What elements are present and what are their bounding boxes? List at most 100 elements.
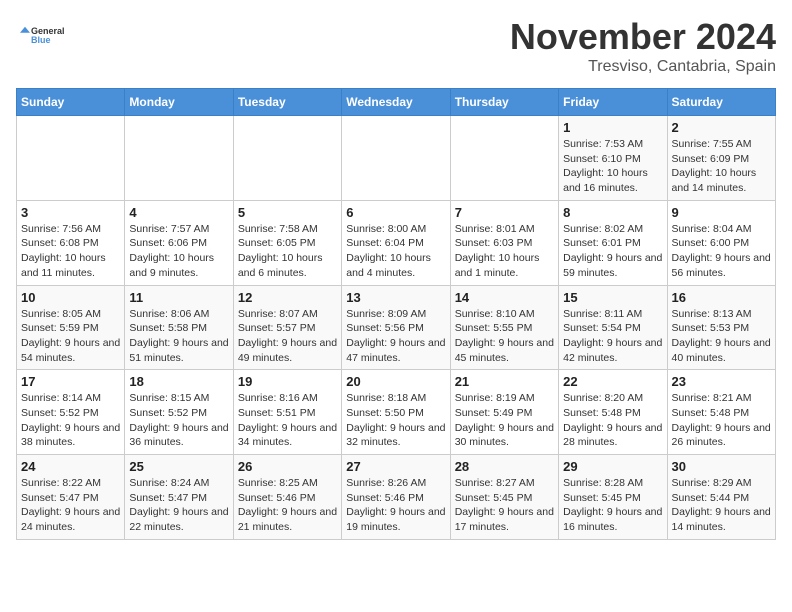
- cell-w2-d2: 4 Sunrise: 7:57 AM Sunset: 6:06 PM Daylig…: [125, 200, 233, 285]
- day-number: 11: [129, 290, 228, 305]
- cell-w4-d7: 23 Sunrise: 8:21 AM Sunset: 5:48 PM Dayli…: [667, 370, 775, 455]
- cell-w3-d2: 11 Sunrise: 8:06 AM Sunset: 5:58 PM Dayli…: [125, 285, 233, 370]
- cell-w5-d4: 27 Sunrise: 8:26 AM Sunset: 5:46 PM Dayli…: [342, 455, 450, 540]
- day-number: 5: [238, 205, 337, 220]
- day-number: 7: [455, 205, 554, 220]
- day-info: Sunrise: 7:58 AM Sunset: 6:05 PM Dayligh…: [238, 222, 337, 281]
- week-row-5: 24 Sunrise: 8:22 AM Sunset: 5:47 PM Dayli…: [17, 455, 776, 540]
- logo-svg: General Blue: [16, 16, 66, 56]
- day-number: 16: [672, 290, 771, 305]
- cell-w4-d3: 19 Sunrise: 8:16 AM Sunset: 5:51 PM Dayli…: [233, 370, 341, 455]
- day-info: Sunrise: 8:02 AM Sunset: 6:01 PM Dayligh…: [563, 222, 662, 281]
- day-number: 29: [563, 459, 662, 474]
- cell-w5-d6: 29 Sunrise: 8:28 AM Sunset: 5:45 PM Dayli…: [559, 455, 667, 540]
- day-info: Sunrise: 8:13 AM Sunset: 5:53 PM Dayligh…: [672, 307, 771, 366]
- day-info: Sunrise: 8:11 AM Sunset: 5:54 PM Dayligh…: [563, 307, 662, 366]
- week-row-4: 17 Sunrise: 8:14 AM Sunset: 5:52 PM Dayli…: [17, 370, 776, 455]
- header-saturday: Saturday: [667, 89, 775, 116]
- day-info: Sunrise: 8:21 AM Sunset: 5:48 PM Dayligh…: [672, 391, 771, 450]
- day-info: Sunrise: 8:22 AM Sunset: 5:47 PM Dayligh…: [21, 476, 120, 535]
- cell-w3-d1: 10 Sunrise: 8:05 AM Sunset: 5:59 PM Dayli…: [17, 285, 125, 370]
- days-header-row: SundayMondayTuesdayWednesdayThursdayFrid…: [17, 89, 776, 116]
- header: General Blue November 2024 Tresviso, Can…: [16, 16, 776, 76]
- day-number: 13: [346, 290, 445, 305]
- day-number: 19: [238, 374, 337, 389]
- cell-w3-d6: 15 Sunrise: 8:11 AM Sunset: 5:54 PM Dayli…: [559, 285, 667, 370]
- day-info: Sunrise: 8:04 AM Sunset: 6:00 PM Dayligh…: [672, 222, 771, 281]
- cell-w2-d4: 6Sunrise: 8:00 AM Sunset: 6:04 PM Daylig…: [342, 200, 450, 285]
- day-number: 28: [455, 459, 554, 474]
- day-number: 4: [129, 205, 228, 220]
- cell-w3-d7: 16 Sunrise: 8:13 AM Sunset: 5:53 PM Dayli…: [667, 285, 775, 370]
- cell-w5-d1: 24 Sunrise: 8:22 AM Sunset: 5:47 PM Dayli…: [17, 455, 125, 540]
- day-info: Sunrise: 8:14 AM Sunset: 5:52 PM Dayligh…: [21, 391, 120, 450]
- cell-w2-d3: 5 Sunrise: 7:58 AM Sunset: 6:05 PM Daylig…: [233, 200, 341, 285]
- cell-w5-d7: 30 Sunrise: 8:29 AM Sunset: 5:44 PM Dayli…: [667, 455, 775, 540]
- header-tuesday: Tuesday: [233, 89, 341, 116]
- day-number: 21: [455, 374, 554, 389]
- day-info: Sunrise: 8:15 AM Sunset: 5:52 PM Dayligh…: [129, 391, 228, 450]
- day-info: Sunrise: 8:20 AM Sunset: 5:48 PM Dayligh…: [563, 391, 662, 450]
- week-row-3: 10 Sunrise: 8:05 AM Sunset: 5:59 PM Dayli…: [17, 285, 776, 370]
- day-info: Sunrise: 8:27 AM Sunset: 5:45 PM Dayligh…: [455, 476, 554, 535]
- cell-w4-d2: 18 Sunrise: 8:15 AM Sunset: 5:52 PM Dayli…: [125, 370, 233, 455]
- cell-w4-d1: 17 Sunrise: 8:14 AM Sunset: 5:52 PM Dayli…: [17, 370, 125, 455]
- header-sunday: Sunday: [17, 89, 125, 116]
- day-number: 10: [21, 290, 120, 305]
- day-number: 9: [672, 205, 771, 220]
- day-info: Sunrise: 8:26 AM Sunset: 5:46 PM Dayligh…: [346, 476, 445, 535]
- title-area: November 2024 Tresviso, Cantabria, Spain: [510, 16, 776, 76]
- day-info: Sunrise: 8:01 AM Sunset: 6:03 PM Dayligh…: [455, 222, 554, 281]
- cell-w1-d6: 1Sunrise: 7:53 AM Sunset: 6:10 PM Daylig…: [559, 116, 667, 201]
- header-monday: Monday: [125, 89, 233, 116]
- day-info: Sunrise: 8:19 AM Sunset: 5:49 PM Dayligh…: [455, 391, 554, 450]
- day-info: Sunrise: 8:00 AM Sunset: 6:04 PM Dayligh…: [346, 222, 445, 281]
- cell-w4-d5: 21 Sunrise: 8:19 AM Sunset: 5:49 PM Dayli…: [450, 370, 558, 455]
- month-title: November 2024: [510, 16, 776, 58]
- day-number: 2: [672, 120, 771, 135]
- logo: General Blue: [16, 16, 66, 56]
- day-info: Sunrise: 8:05 AM Sunset: 5:59 PM Dayligh…: [21, 307, 120, 366]
- day-number: 1: [563, 120, 662, 135]
- day-number: 14: [455, 290, 554, 305]
- day-number: 26: [238, 459, 337, 474]
- week-row-2: 3 Sunrise: 7:56 AM Sunset: 6:08 PM Daylig…: [17, 200, 776, 285]
- day-info: Sunrise: 8:09 AM Sunset: 5:56 PM Dayligh…: [346, 307, 445, 366]
- day-info: Sunrise: 7:57 AM Sunset: 6:06 PM Dayligh…: [129, 222, 228, 281]
- cell-w4-d4: 20 Sunrise: 8:18 AM Sunset: 5:50 PM Dayli…: [342, 370, 450, 455]
- day-number: 3: [21, 205, 120, 220]
- cell-w1-d7: 2Sunrise: 7:55 AM Sunset: 6:09 PM Daylig…: [667, 116, 775, 201]
- cell-w5-d2: 25Sunrise: 8:24 AM Sunset: 5:47 PM Dayli…: [125, 455, 233, 540]
- day-number: 20: [346, 374, 445, 389]
- cell-w2-d7: 9 Sunrise: 8:04 AM Sunset: 6:00 PM Daylig…: [667, 200, 775, 285]
- day-number: 12: [238, 290, 337, 305]
- day-number: 17: [21, 374, 120, 389]
- day-info: Sunrise: 8:06 AM Sunset: 5:58 PM Dayligh…: [129, 307, 228, 366]
- cell-w5-d5: 28 Sunrise: 8:27 AM Sunset: 5:45 PM Dayli…: [450, 455, 558, 540]
- svg-text:Blue: Blue: [31, 35, 51, 45]
- day-info: Sunrise: 8:25 AM Sunset: 5:46 PM Dayligh…: [238, 476, 337, 535]
- week-row-1: 1Sunrise: 7:53 AM Sunset: 6:10 PM Daylig…: [17, 116, 776, 201]
- day-number: 8: [563, 205, 662, 220]
- header-wednesday: Wednesday: [342, 89, 450, 116]
- day-number: 15: [563, 290, 662, 305]
- day-number: 22: [563, 374, 662, 389]
- cell-w3-d3: 12Sunrise: 8:07 AM Sunset: 5:57 PM Dayli…: [233, 285, 341, 370]
- cell-w3-d5: 14Sunrise: 8:10 AM Sunset: 5:55 PM Dayli…: [450, 285, 558, 370]
- day-number: 24: [21, 459, 120, 474]
- day-number: 23: [672, 374, 771, 389]
- day-info: Sunrise: 8:18 AM Sunset: 5:50 PM Dayligh…: [346, 391, 445, 450]
- day-info: Sunrise: 8:16 AM Sunset: 5:51 PM Dayligh…: [238, 391, 337, 450]
- cell-w1-d1: [17, 116, 125, 201]
- day-number: 30: [672, 459, 771, 474]
- day-info: Sunrise: 8:28 AM Sunset: 5:45 PM Dayligh…: [563, 476, 662, 535]
- cell-w1-d5: [450, 116, 558, 201]
- header-friday: Friday: [559, 89, 667, 116]
- day-info: Sunrise: 8:24 AM Sunset: 5:47 PM Dayligh…: [129, 476, 228, 535]
- day-info: Sunrise: 7:56 AM Sunset: 6:08 PM Dayligh…: [21, 222, 120, 281]
- calendar-table: SundayMondayTuesdayWednesdayThursdayFrid…: [16, 88, 776, 540]
- day-number: 27: [346, 459, 445, 474]
- day-number: 18: [129, 374, 228, 389]
- day-info: Sunrise: 8:29 AM Sunset: 5:44 PM Dayligh…: [672, 476, 771, 535]
- cell-w5-d3: 26 Sunrise: 8:25 AM Sunset: 5:46 PM Dayli…: [233, 455, 341, 540]
